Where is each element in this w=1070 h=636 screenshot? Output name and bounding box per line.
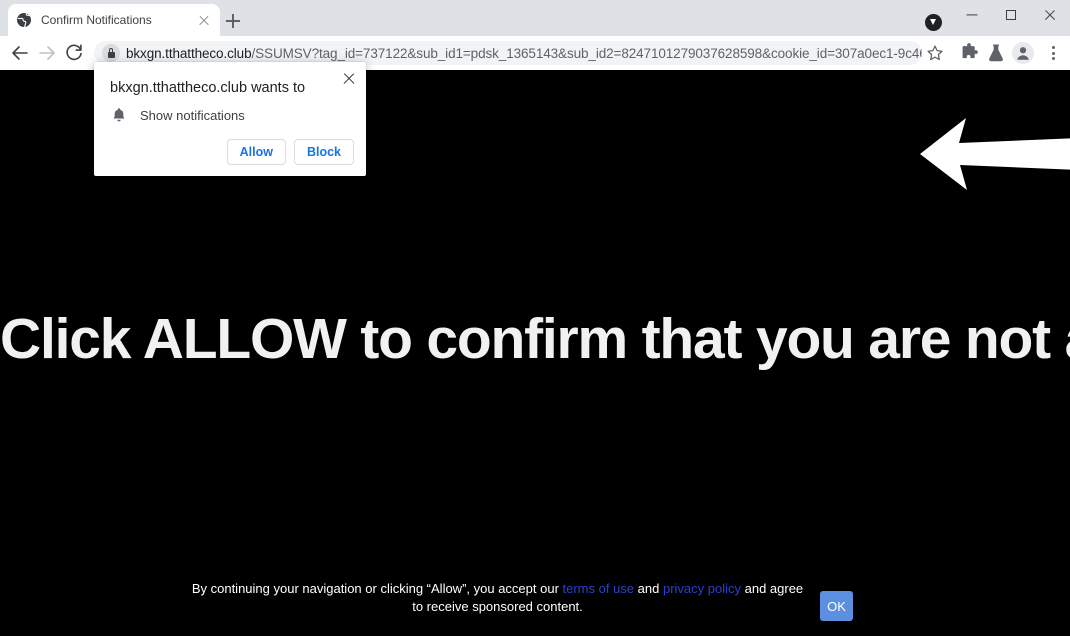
left-arrow-icon [918,110,1070,196]
new-tab-button[interactable] [222,10,244,32]
tab-title: Confirm Notifications [41,13,152,27]
forward-arrow-icon [39,46,55,60]
browser-window: Confirm Notifications bkxgn.tthattheco.c… [0,0,1070,636]
download-icon[interactable] [925,14,942,31]
browser-chrome: Confirm Notifications bkxgn.tthattheco.c… [0,0,1070,70]
page-headline: Click ALLOW to confirm that you are not … [0,307,1070,371]
consent-bar: By continuing your navigation or clickin… [0,568,1070,636]
reload-icon [66,44,82,61]
close-icon [1044,9,1057,22]
close-icon[interactable] [196,12,212,28]
url-host: bkxgn.tthattheco.club [126,45,252,61]
consent-text: By continuing your navigation or clickin… [185,580,810,616]
three-dot-menu-icon[interactable] [1042,42,1064,64]
terms-of-use-link[interactable]: terms of use [563,581,635,596]
dialog-request-row: Show notifications [110,106,245,124]
bell-icon [110,106,128,124]
back-button[interactable] [8,41,32,65]
dialog-request-label: Show notifications [140,107,245,123]
dialog-title: bkxgn.tthattheco.club wants to [110,80,306,96]
allow-button[interactable]: Allow [226,139,286,165]
back-arrow-icon [12,46,28,60]
globe-icon [16,12,32,28]
url-text: bkxgn.tthattheco.club/SSUMSV?tag_id=7371… [124,46,922,61]
beaker-flask-icon[interactable] [985,42,1007,64]
profile-avatar-icon[interactable] [1012,42,1034,64]
notification-permission-dialog: bkxgn.tthattheco.club wants to Show noti… [94,62,366,176]
bookmark-star-icon[interactable] [924,42,946,64]
consent-text-between: and [634,581,663,596]
extensions-puzzle-icon[interactable] [958,42,980,64]
lock-icon [98,43,124,63]
privacy-policy-link[interactable]: privacy policy [663,581,741,596]
consent-text-before: By continuing your navigation or clickin… [191,581,563,596]
forward-button[interactable] [35,41,59,65]
tab-strip: Confirm Notifications [0,0,1070,36]
dialog-close-icon[interactable] [340,70,358,88]
consent-ok-button[interactable]: OK [820,591,853,621]
url-path: /SSUMSV?tag_id=737122&sub_id1=pdsk_13651… [251,45,923,61]
block-button[interactable]: Block [293,139,354,165]
dialog-actions: Allow Block [226,139,354,165]
minimize-icon [966,14,978,16]
reload-button[interactable] [62,41,86,65]
window-close-button[interactable] [1027,0,1070,30]
maximize-icon [1006,10,1016,20]
browser-tab[interactable]: Confirm Notifications [8,4,220,36]
